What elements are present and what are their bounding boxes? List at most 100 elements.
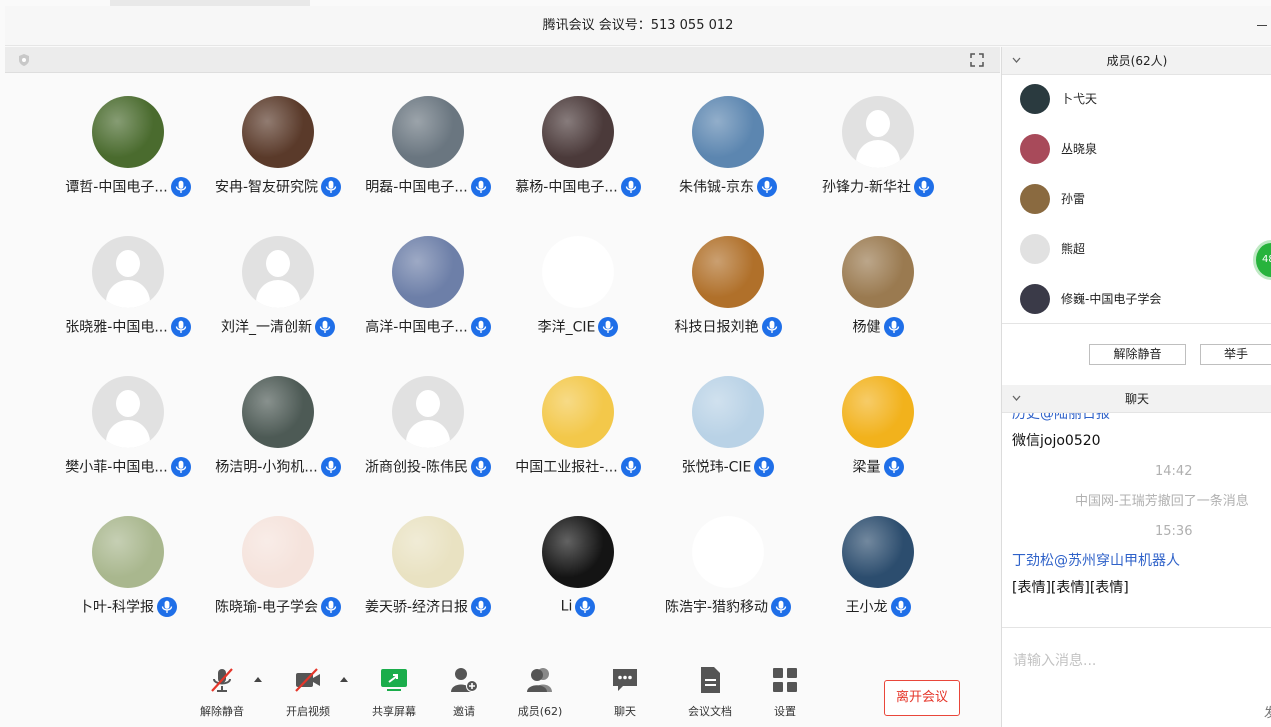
chat-button[interactable]: 聊天 — [585, 665, 665, 725]
microphone-icon — [471, 596, 492, 617]
participant-name: 陈浩宇-猎豹移动 — [664, 599, 769, 616]
participant-tile[interactable]: Li — [503, 516, 653, 636]
participant-tile[interactable]: 中国工业报社-... — [503, 376, 653, 496]
participant-tile[interactable]: 杨健 — [803, 236, 953, 356]
microphone-icon — [598, 316, 619, 337]
participant-tile[interactable]: 陈浩宇-猎豹移动 — [653, 516, 803, 636]
shield-icon[interactable] — [17, 53, 31, 67]
participant-tile[interactable]: 慕杨-中国电子... — [503, 96, 653, 216]
microphone-icon — [470, 316, 491, 337]
chat-sender: 历史@陆丽日报 — [1012, 413, 1110, 422]
invite-button[interactable]: 邀请 — [424, 665, 504, 725]
member-avatar — [1020, 84, 1050, 114]
settings-button[interactable]: 设置 — [745, 665, 825, 725]
mute-button[interactable]: 解除静音 — [182, 665, 262, 725]
member-avatar — [1020, 284, 1050, 314]
video-button[interactable]: 开启视频 — [268, 665, 348, 725]
participant-name: 杨洁明-小狗机... — [215, 459, 318, 476]
share-screen-button[interactable]: 共享屏幕 — [354, 665, 434, 725]
minimize-button[interactable] — [1257, 25, 1267, 26]
participant-tile[interactable]: 李洋_CIE — [503, 236, 653, 356]
meeting-toolbar: 解除静音 开启视频 共享屏幕 邀请 成员(62) 聊天 会议文档 设置 离开会议 — [5, 657, 1000, 727]
members-header[interactable]: 成员(62人) — [1002, 47, 1271, 75]
participant-tile[interactable]: 樊小菲-中国电... — [53, 376, 203, 496]
participant-name-row: 杨健 — [803, 316, 953, 338]
participant-tile[interactable]: 浙商创投-陈伟民 — [353, 376, 503, 496]
fullscreen-icon[interactable] — [970, 53, 984, 67]
unmute-all-button[interactable]: 解除静音 — [1089, 344, 1186, 365]
member-row[interactable]: 卜弋天 — [1020, 84, 1260, 116]
raise-hand-button[interactable]: 举手 — [1200, 344, 1271, 365]
participant-tile[interactable]: 刘洋_一清创新 — [203, 236, 353, 356]
chat-message: [表情][表情][表情] — [1012, 580, 1129, 596]
members-button[interactable]: 成员(62) — [500, 665, 580, 725]
avatar — [242, 516, 314, 588]
invite-label: 邀请 — [453, 705, 475, 718]
participant-name: 慕杨-中国电子... — [515, 179, 618, 196]
participant-name: 杨健 — [852, 319, 881, 336]
video-grid-panel: 谭哲-中国电子... 安冉-智友研究院 明磊-中国电子... 慕杨-中国电子... 朱伟… — [5, 47, 1000, 727]
participant-name: 中国工业报社-... — [515, 459, 618, 476]
participant-name-row: 陈浩宇-猎豹移动 — [653, 596, 803, 618]
avatar — [842, 376, 914, 448]
participant-name-row: 卜叶-科学报 — [53, 596, 203, 618]
participant-tile[interactable]: 杨洁明-小狗机... — [203, 376, 353, 496]
member-avatar — [1020, 184, 1050, 214]
participant-name: 陈晓瑜-电子学会 — [214, 599, 319, 616]
meeting-docs-button[interactable]: 会议文档 — [670, 665, 750, 725]
participant-name-row: 朱伟铖-京东 — [653, 176, 803, 198]
participant-name-row: 浙商创投-陈伟民 — [353, 456, 503, 478]
leave-meeting-button[interactable]: 离开会议 — [884, 680, 960, 716]
grid-toolbar — [5, 47, 1000, 73]
mute-options-caret-icon[interactable] — [253, 675, 263, 683]
member-name: 熊超 — [1061, 242, 1086, 256]
members-title: 成员(62人) — [1106, 54, 1168, 68]
microphone-icon — [757, 176, 778, 197]
member-row[interactable]: 孙雷 — [1020, 184, 1260, 216]
participant-name: 安冉-智友研究院 — [214, 179, 319, 196]
participant-name: 李洋_CIE — [537, 319, 596, 336]
chat-bubble-icon — [613, 669, 637, 691]
participant-tile[interactable]: 王小龙 — [803, 516, 953, 636]
participant-tile[interactable]: 朱伟铖-京东 — [653, 96, 803, 216]
microphone-icon — [321, 596, 342, 617]
participant-tile[interactable]: 卜叶-科学报 — [53, 516, 203, 636]
video-options-caret-icon[interactable] — [339, 675, 349, 683]
member-row[interactable]: 修巍-中国电子学会 — [1020, 284, 1260, 316]
participant-tile[interactable]: 梁量 — [803, 376, 953, 496]
participant-tile[interactable]: 谭哲-中国电子... — [53, 96, 203, 216]
participant-name: 姜天骄-经济日报 — [364, 599, 469, 616]
participant-tile[interactable]: 姜天骄-经济日报 — [353, 516, 503, 636]
participant-name-row: 张晓雅-中国电... — [53, 316, 203, 338]
member-row[interactable]: 丛晓泉 — [1020, 134, 1260, 166]
default-avatar-icon — [92, 376, 164, 448]
participant-name: 卜叶-科学报 — [78, 599, 155, 616]
participant-tile[interactable]: 陈晓瑜-电子学会 — [203, 516, 353, 636]
participant-tile[interactable]: 张晓雅-中国电... — [53, 236, 203, 356]
avatar — [692, 516, 764, 588]
default-avatar-icon — [242, 236, 314, 308]
participant-name: 刘洋_一清创新 — [221, 319, 312, 336]
chat-sender: 丁劲松@苏州穿山甲机器人 — [1012, 553, 1180, 569]
chat-header[interactable]: 聊天 — [1002, 385, 1271, 413]
share-screen-icon — [381, 669, 407, 691]
participant-tile[interactable]: 科技日报刘艳 — [653, 236, 803, 356]
title-bar: 腾讯会议 会议号：513 055 012 — [5, 6, 1271, 46]
chat-input-box[interactable]: 请输入消息... 发 — [1002, 627, 1271, 727]
chat-title: 聊天 — [1124, 392, 1149, 406]
microphone-icon — [883, 316, 904, 337]
send-button[interactable]: 发 — [1264, 702, 1271, 721]
participant-tile[interactable]: 明磊-中国电子... — [353, 96, 503, 216]
member-row[interactable]: 熊超 — [1020, 234, 1260, 266]
member-name: 孙雷 — [1061, 192, 1086, 206]
meeting-title: 腾讯会议 会议号：513 055 012 — [542, 18, 734, 33]
grid-settings-icon — [773, 668, 797, 692]
microphone-icon — [754, 456, 775, 477]
participant-tile[interactable]: 张悦玮-CIE — [653, 376, 803, 496]
participant-tile[interactable]: 孙锋力-新华社 — [803, 96, 953, 216]
participant-tile[interactable]: 高洋-中国电子... — [353, 236, 503, 356]
microphone-icon — [157, 596, 178, 617]
microphone-icon — [471, 456, 492, 477]
participant-tile[interactable]: 安冉-智友研究院 — [203, 96, 353, 216]
participant-name: 王小龙 — [845, 599, 888, 616]
